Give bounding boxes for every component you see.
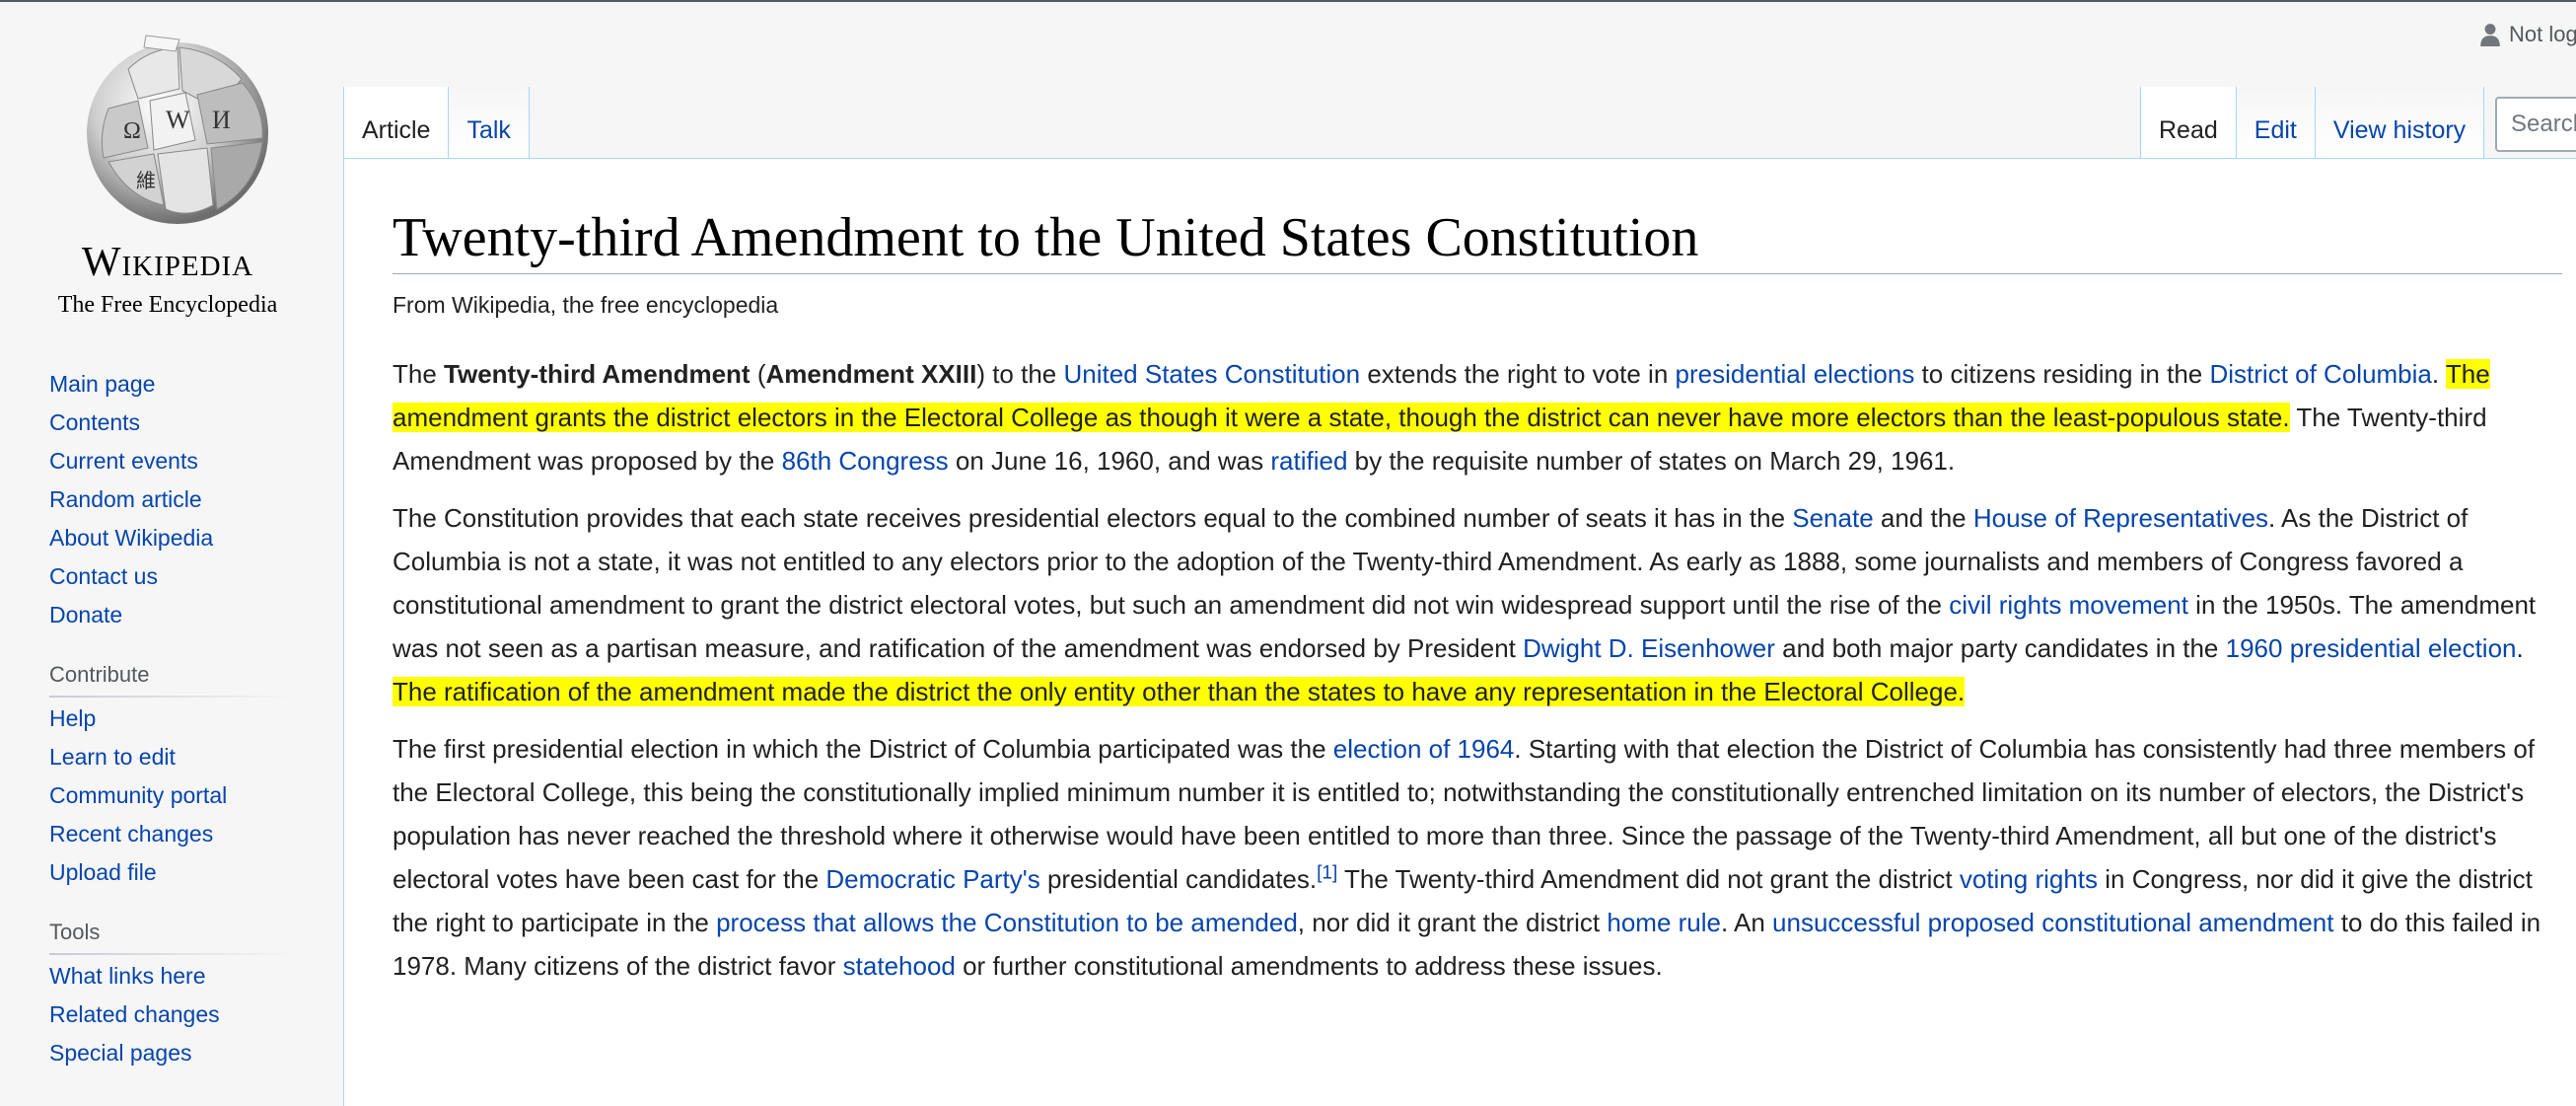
text: ) to the: [976, 359, 1064, 389]
tab-read[interactable]: Read: [2140, 87, 2237, 158]
link-amendment-process[interactable]: process that allows the Constitution to …: [716, 908, 1298, 937]
user-login-label: Not log: [2509, 22, 2576, 46]
main-content: Twenty-third Amendment to the United Sta…: [343, 158, 2576, 1106]
tab-talk[interactable]: Talk: [449, 87, 530, 158]
paragraph-1: The Twenty-third Amendment (Amendment XX…: [393, 352, 2552, 482]
sidebar-item-what-links-here[interactable]: What links here: [49, 957, 306, 995]
article-body: The Twenty-third Amendment (Amendment XX…: [393, 352, 2552, 1001]
link-presidential-elections[interactable]: presidential elections: [1676, 359, 1915, 389]
text: The Twenty-third Amendment did not grant…: [1337, 864, 1960, 894]
contribute-heading: Contribute: [49, 662, 150, 687]
text: (: [750, 359, 766, 389]
sidebar: Main page Contents Current events Random…: [49, 365, 306, 1072]
top-border: [0, 0, 2576, 2]
sidebar-item-about-wikipedia[interactable]: About Wikipedia: [49, 519, 306, 557]
sidebar-contribute: Contribute Help Learn to edit Community …: [49, 658, 306, 892]
namespace-tabs: Article Talk: [343, 87, 530, 158]
link-civil-rights-movement[interactable]: civil rights movement: [1949, 590, 2188, 620]
svg-text:Ω: Ω: [123, 118, 141, 144]
sidebar-item-community-portal[interactable]: Community portal: [49, 776, 306, 815]
link-home-rule[interactable]: home rule: [1607, 908, 1721, 937]
wikipedia-logo[interactable]: W Ω И 維 Wikipedia The Free Encyclopedia: [20, 20, 316, 318]
link-voting-rights[interactable]: voting rights: [1960, 864, 2098, 894]
text: and both major party candidates in the: [1774, 633, 2226, 663]
text: or further constitutional amendments to …: [955, 951, 1663, 981]
svg-text:И: И: [212, 106, 231, 134]
link-1960-presidential-election[interactable]: 1960 presidential election: [2226, 633, 2517, 663]
svg-text:維: 維: [136, 169, 156, 192]
page-title: Twenty-third Amendment to the United Sta…: [393, 198, 2562, 274]
sidebar-item-current-events[interactable]: Current events: [49, 442, 306, 480]
text: .: [2431, 359, 2446, 389]
sidebar-item-contents[interactable]: Contents: [49, 404, 306, 442]
sidebar-item-donate[interactable]: Donate: [49, 596, 306, 634]
svg-text:W: W: [166, 106, 190, 134]
site-subtitle: From Wikipedia, the free encyclopedia: [393, 292, 779, 318]
tab-edit[interactable]: Edit: [2236, 87, 2316, 158]
link-democratic-party[interactable]: Democratic Party's: [825, 864, 1039, 894]
text: .: [2516, 633, 2524, 663]
contribute-divider: [49, 696, 296, 698]
text: and the: [1873, 503, 1973, 533]
link-united-states-constitution[interactable]: United States Constitution: [1063, 359, 1360, 389]
link-86th-congress[interactable]: 86th Congress: [782, 446, 949, 476]
sidebar-item-learn-to-edit[interactable]: Learn to edit: [49, 738, 306, 776]
link-unsuccessful-proposed-amendment[interactable]: unsuccessful proposed constitutional ame…: [1772, 908, 2333, 937]
link-ratified[interactable]: ratified: [1270, 446, 1347, 476]
user-icon: [2480, 24, 2500, 46]
link-election-of-1964[interactable]: election of 1964: [1333, 734, 1515, 764]
sidebar-item-upload-file[interactable]: Upload file: [49, 853, 306, 892]
sidebar-item-help[interactable]: Help: [49, 700, 306, 738]
text: on June 16, 1960, and was: [948, 446, 1271, 476]
view-tabs: Read Edit View history: [2140, 87, 2485, 158]
link-district-of-columbia[interactable]: District of Columbia: [2209, 359, 2431, 389]
paragraph-2: The Constitution provides that each stat…: [393, 496, 2552, 713]
bold-term: Twenty-third Amendment: [444, 359, 751, 389]
text: by the requisite number of states on Mar…: [1347, 446, 1956, 476]
text: extends the right to vote in: [1360, 359, 1676, 389]
tab-article[interactable]: Article: [343, 87, 450, 158]
tab-view-history[interactable]: View history: [2315, 87, 2485, 158]
sidebar-tools: Tools What links here Related changes Sp…: [49, 916, 306, 1072]
search-input[interactable]: Search: [2495, 97, 2576, 152]
link-dwight-d-eisenhower[interactable]: Dwight D. Eisenhower: [1523, 633, 1775, 663]
text: presidential candidates.: [1039, 864, 1318, 894]
sidebar-item-random-article[interactable]: Random article: [49, 480, 306, 519]
sidebar-item-contact-us[interactable]: Contact us: [49, 557, 306, 596]
sidebar-item-special-pages[interactable]: Special pages: [49, 1034, 306, 1072]
text: to citizens residing in the: [1914, 359, 2210, 389]
user-login-link[interactable]: Not log: [2479, 22, 2576, 47]
link-house-of-representatives[interactable]: House of Representatives: [1973, 503, 2268, 533]
paragraph-3: The first presidential election in which…: [393, 727, 2552, 988]
tagline: The Free Encyclopedia: [57, 292, 278, 318]
tools-divider: [49, 953, 296, 955]
sidebar-item-recent-changes[interactable]: Recent changes: [49, 815, 306, 853]
highlighted-text: The ratification of the amendment made t…: [393, 677, 1966, 706]
sidebar-item-related-changes[interactable]: Related changes: [49, 995, 306, 1034]
text: The Constitution provides that each stat…: [393, 503, 1793, 533]
link-senate[interactable]: Senate: [1792, 503, 1873, 533]
sidebar-navigation: Main page Contents Current events Random…: [49, 365, 306, 634]
citation-link[interactable]: [1]: [1317, 862, 1337, 883]
text: , nor did it grant the district: [1297, 908, 1608, 937]
sidebar-item-main-page[interactable]: Main page: [49, 365, 306, 404]
wordmark: Wikipedia: [81, 240, 254, 285]
puzzle-globe-icon: W Ω И 維: [87, 35, 268, 224]
text: . An: [1721, 908, 1773, 937]
text: The first presidential election in which…: [393, 734, 1333, 764]
text: The: [393, 359, 445, 389]
link-statehood[interactable]: statehood: [843, 951, 956, 981]
tools-heading: Tools: [49, 920, 101, 944]
bold-term: Amendment XXIII: [765, 359, 977, 389]
